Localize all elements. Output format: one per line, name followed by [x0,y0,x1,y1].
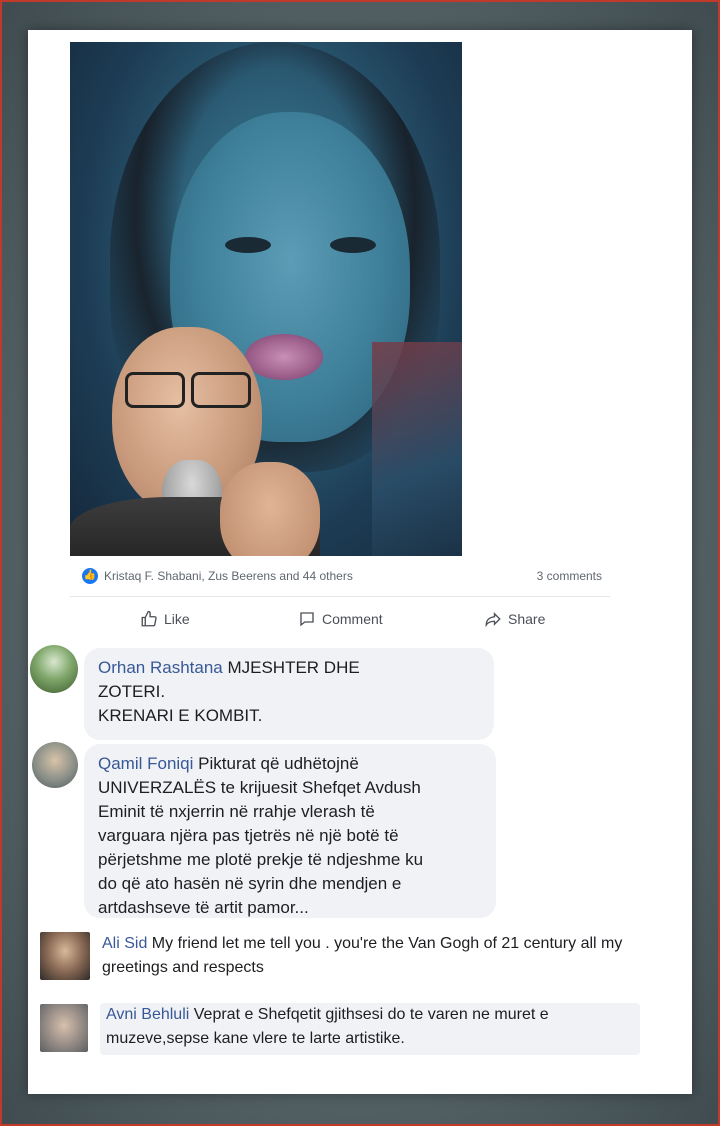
comment-text-line: varguara njëra pas tjetrës në një botë t… [98,826,399,845]
comment-author[interactable]: Ali Sid [102,935,147,952]
commenter-avatar[interactable] [32,742,78,788]
reactions-bar: 👍 Kristaq F. Shabani, Zus Beerens and 44… [82,567,602,587]
post-actions: Like Comment Share [70,606,610,636]
comment-text-line: greetings and respects [102,959,264,976]
comment-text-line: KRENARI E KOMBIT. [98,706,263,725]
comment-text-line: artdashseve të artit pamor... [98,898,309,917]
reactions-names[interactable]: Kristaq F. Shabani, Zus Beerens and 44 o… [104,569,353,583]
comment-bubble: Orhan Rashtana MJESHTER DHE ZOTERI. KREN… [84,648,494,740]
like-button[interactable]: Like [140,610,190,628]
comment-bubble: Avni Behluli Veprat e Shefqetit gjithses… [100,1003,640,1055]
comment-text-line: UNIVERZALËS te krijuesit Shefqet Avdush [98,778,421,797]
like-reaction-icon: 👍 [82,568,98,584]
share-arrow-icon [485,612,501,628]
share-label: Share [508,611,546,627]
comment-text-line: ZOTERI. [98,682,166,701]
speech-bubble-icon [300,612,314,627]
comment-text: MJESHTER DHE [222,658,360,677]
commenter-avatar[interactable] [30,645,78,693]
comment-text-line: muzeve,sepse kane vlere te larte artisti… [106,1030,405,1047]
comment-button[interactable]: Comment [298,610,383,628]
comment-author[interactable]: Qamil Foniqi [98,754,193,773]
thumbs-up-icon [141,610,157,627]
comment-text: Pikturat që udhëtojnë [193,754,359,773]
post-photo[interactable] [70,42,462,556]
divider [70,596,610,597]
comments-count[interactable]: 3 comments [537,569,602,583]
comment-bubble: Ali Sid My friend let me tell you . you'… [102,932,692,984]
comment-text-line: do që ato hasën në syrin dhe mendjen e [98,874,402,893]
comment-bubble: Qamil Foniqi Pikturat që udhëtojnë UNIVE… [84,744,496,918]
comment-author[interactable]: Avni Behluli [106,1006,189,1023]
comment-text: My friend let me tell you . you're the V… [147,935,623,952]
share-button[interactable]: Share [484,610,545,628]
comment-label: Comment [322,611,383,627]
like-label: Like [164,611,190,627]
comment-text: Veprat e Shefqetit gjithsesi do te varen… [189,1006,549,1023]
commenter-avatar[interactable] [40,1004,88,1052]
comment-text-line: përjetshme me plotë prekje të ndjeshme k… [98,850,424,869]
commenter-avatar[interactable] [40,932,90,980]
comment-author[interactable]: Orhan Rashtana [98,658,223,677]
comment-text-line: Eminit të nxjerrin në rrahje vlerash të [98,802,375,821]
